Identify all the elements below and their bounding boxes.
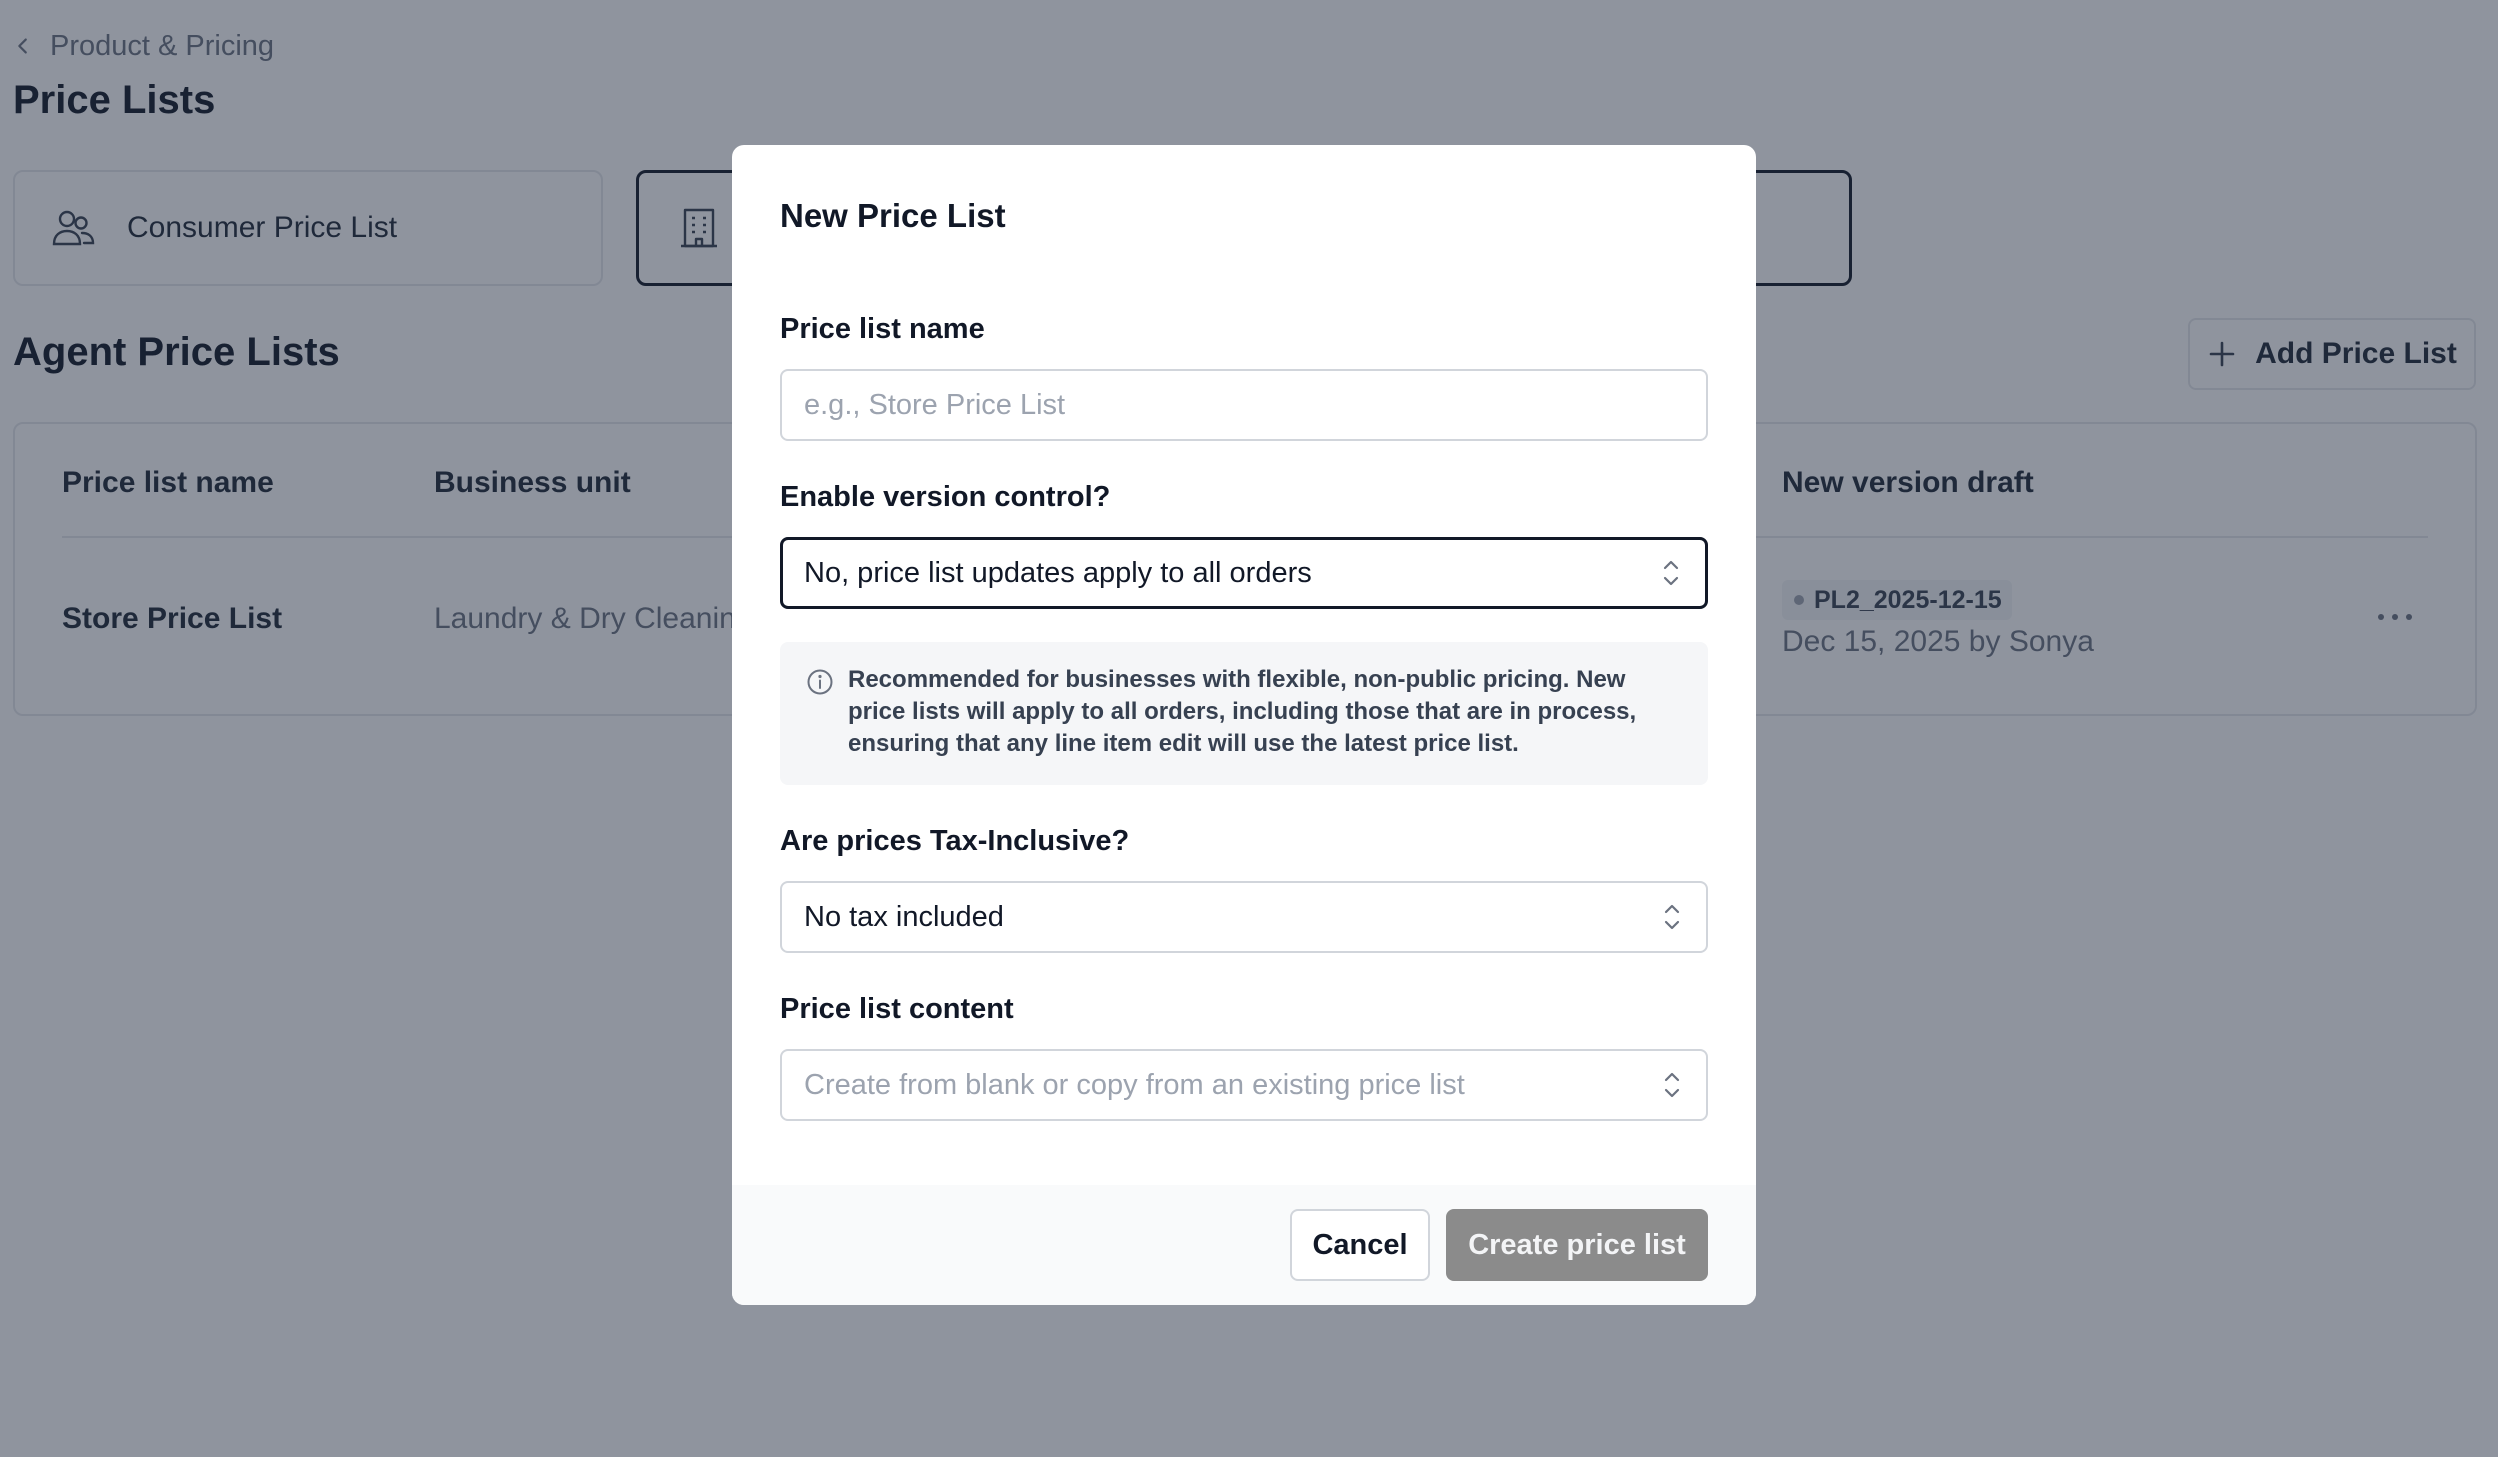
cancel-button[interactable]: Cancel bbox=[1290, 1209, 1430, 1281]
price-list-content-select[interactable]: Create from blank or copy from an existi… bbox=[780, 1049, 1708, 1121]
price-list-name-placeholder: e.g., Store Price List bbox=[804, 388, 1066, 421]
chevron-up-down-icon bbox=[1663, 560, 1679, 586]
chevron-up-down-icon bbox=[1664, 1072, 1680, 1098]
modal-title: New Price List bbox=[780, 197, 1006, 234]
version-control-value: No, price list updates apply to all orde… bbox=[804, 556, 1312, 589]
price-list-name-label: Price list name bbox=[780, 313, 985, 345]
new-price-list-dialog: New Price List Price list name e.g., Sto… bbox=[732, 145, 1756, 1305]
chevron-up-down-icon bbox=[1664, 904, 1680, 930]
version-control-label: Enable version control? bbox=[780, 481, 1111, 513]
info-icon bbox=[807, 669, 833, 695]
version-control-select[interactable]: No, price list updates apply to all orde… bbox=[780, 537, 1708, 609]
tax-inclusive-value: No tax included bbox=[804, 900, 1004, 933]
price-list-content-placeholder: Create from blank or copy from an existi… bbox=[804, 1068, 1465, 1101]
info-text: Recommended for businesses with flexible… bbox=[848, 666, 1637, 757]
price-list-content-label: Price list content bbox=[780, 993, 1014, 1025]
tax-inclusive-label: Are prices Tax-Inclusive? bbox=[780, 825, 1130, 857]
create-price-list-button[interactable]: Create price list bbox=[1446, 1209, 1708, 1281]
version-control-info: Recommended for businesses with flexible… bbox=[780, 642, 1708, 785]
price-list-name-input[interactable]: e.g., Store Price List bbox=[780, 369, 1708, 441]
tax-inclusive-select[interactable]: No tax included bbox=[780, 881, 1708, 953]
